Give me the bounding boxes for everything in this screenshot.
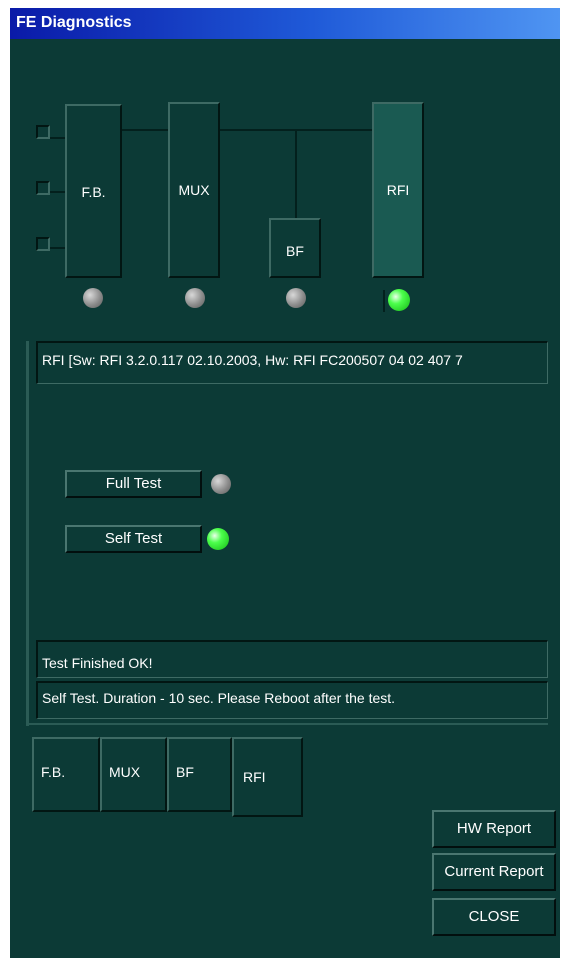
connector-line (50, 191, 66, 193)
fe-diagnostics-window: FE Diagnostics F.B. MUX BF RFI RFI [Sw: … (10, 8, 560, 958)
close-label: CLOSE (468, 908, 520, 925)
connector-line (50, 137, 66, 139)
connector-line (220, 129, 374, 131)
window-title: FE Diagnostics (16, 14, 132, 31)
tab-fb-label: F.B. (41, 764, 66, 780)
tab-rfi-label: RFI (243, 769, 266, 785)
detail-panel-edge (26, 341, 29, 726)
module-rfi-status-led (388, 289, 410, 311)
connector-line (122, 129, 172, 131)
tab-mux-label: MUX (109, 764, 141, 780)
module-fb-label: F.B. (81, 184, 106, 200)
hw-report-label: HW Report (456, 820, 532, 837)
module-mux-status-led (185, 288, 205, 308)
module-mux[interactable]: MUX (168, 102, 220, 278)
tab-mux[interactable]: MUX (100, 737, 167, 812)
module-fb-status-led (83, 288, 103, 308)
module-rfi-label: RFI (386, 182, 410, 198)
version-info-text: RFI [Sw: RFI 3.2.0.117 02.10.2003, Hw: R… (42, 352, 463, 368)
hw-report-button[interactable]: HW Report (432, 810, 556, 848)
module-fb[interactable]: F.B. (65, 104, 122, 278)
connector-line (295, 129, 297, 219)
rfi-selection-marker (383, 290, 385, 312)
close-button[interactable]: CLOSE (432, 898, 556, 936)
self-test-status-led (207, 528, 229, 550)
title-bar: FE Diagnostics (10, 8, 560, 39)
full-test-label: Full Test (105, 475, 162, 492)
test-message-text: Self Test. Duration - 10 sec. Please Reb… (42, 690, 396, 706)
module-bf-status-led (286, 288, 306, 308)
current-report-label: Current Report (444, 863, 544, 880)
module-mux-label: MUX (178, 182, 210, 198)
test-message-field: Self Test. Duration - 10 sec. Please Reb… (36, 681, 548, 719)
module-rfi[interactable]: RFI (372, 102, 424, 278)
full-test-button[interactable]: Full Test (65, 470, 202, 498)
connector-line (50, 247, 66, 249)
input-port-3 (36, 237, 50, 251)
self-test-label: Self Test (104, 530, 163, 547)
full-test-status-led (211, 474, 231, 494)
tab-bf-label: BF (176, 764, 194, 780)
version-info-field: RFI [Sw: RFI 3.2.0.117 02.10.2003, Hw: R… (36, 341, 548, 384)
tab-rfi[interactable]: RFI (232, 737, 303, 817)
tab-fb[interactable]: F.B. (32, 737, 100, 812)
module-bf[interactable]: BF (269, 218, 321, 278)
detail-panel-bottom-edge (26, 723, 548, 725)
self-test-button[interactable]: Self Test (65, 525, 202, 553)
test-result-field: Test Finished OK! (36, 640, 548, 678)
module-bf-label: BF (286, 243, 304, 259)
input-port-2 (36, 181, 50, 195)
tab-bf[interactable]: BF (167, 737, 232, 812)
input-port-1 (36, 125, 50, 139)
current-report-button[interactable]: Current Report (432, 853, 556, 891)
test-result-text: Test Finished OK! (42, 655, 153, 671)
